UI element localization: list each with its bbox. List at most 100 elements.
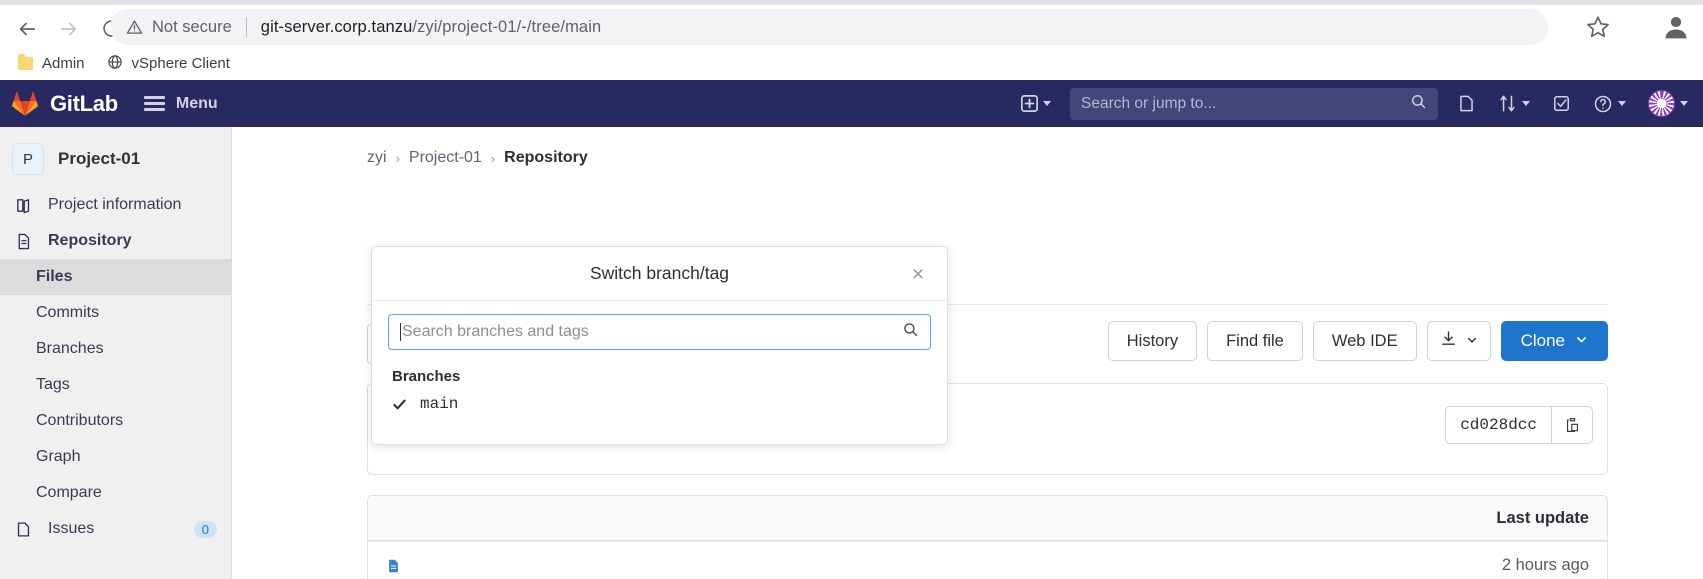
question-circle-icon bbox=[1594, 95, 1612, 112]
sidebar-item-project-information[interactable]: Project information bbox=[0, 187, 231, 223]
gitlab-nav-actions: Search or jump to... bbox=[1010, 80, 1703, 127]
search-placeholder: Search or jump to... bbox=[1081, 94, 1217, 112]
bookmark-admin[interactable]: Admin bbox=[10, 52, 93, 75]
commit-sha[interactable]: cd028dcc bbox=[1445, 406, 1551, 444]
star-icon[interactable] bbox=[1585, 14, 1611, 40]
text-cursor bbox=[400, 323, 401, 341]
chevron-down-icon bbox=[1618, 101, 1626, 106]
branches-section-label: Branches bbox=[392, 368, 461, 385]
sidebar-item-files[interactable]: Files bbox=[0, 259, 231, 295]
file-list-table: Last update 2 hours ago lic.txt bbox=[367, 495, 1608, 579]
url-path: /zyi/project-01/-/tree/main bbox=[412, 17, 602, 36]
user-menu-dropdown[interactable] bbox=[1637, 80, 1699, 127]
browser-window: Not secure git-server.corp.tanzu/zyi/pro… bbox=[0, 0, 1703, 579]
modal-header: Switch branch/tag × bbox=[372, 247, 947, 301]
sidebar-item-label: Graph bbox=[36, 448, 81, 465]
url-host: git-server.corp.tanzu bbox=[260, 17, 413, 36]
issues-icon bbox=[14, 520, 32, 538]
project-avatar: P bbox=[12, 143, 44, 175]
chevron-down-icon bbox=[1575, 331, 1588, 351]
branch-option-label: main bbox=[420, 395, 459, 413]
sidebar-item-label: Commits bbox=[36, 304, 100, 321]
avatar bbox=[1648, 90, 1675, 117]
merge-request-icon bbox=[1500, 95, 1515, 112]
chevron-down-icon bbox=[1522, 101, 1530, 106]
gitlab-tanuki-logo-icon bbox=[12, 91, 38, 116]
back-icon[interactable] bbox=[10, 12, 44, 46]
sidebar-item-tags[interactable]: Tags bbox=[0, 367, 231, 403]
issues-icon[interactable] bbox=[1446, 80, 1487, 127]
sidebar-item-branches[interactable]: Branches bbox=[0, 331, 231, 367]
browser-chrome: Not secure git-server.corp.tanzu/zyi/pro… bbox=[0, 0, 1703, 80]
breadcrumb-separator-icon: › bbox=[395, 150, 400, 166]
chevron-down-icon bbox=[1680, 101, 1688, 106]
url-text: git-server.corp.tanzu/zyi/project-01/-/t… bbox=[261, 18, 601, 37]
issues-count-badge: 0 bbox=[193, 520, 217, 538]
browser-profile-icon[interactable] bbox=[1659, 10, 1693, 44]
clone-label: Clone bbox=[1520, 331, 1565, 350]
breadcrumb-project[interactable]: Project-01 bbox=[409, 149, 482, 167]
download-dropdown-button[interactable] bbox=[1426, 321, 1491, 361]
sidebar-item-label: Project information bbox=[48, 196, 182, 213]
gitlab-brand-label: GitLab bbox=[50, 90, 118, 116]
address-bar[interactable]: Not secure git-server.corp.tanzu/zyi/pro… bbox=[110, 9, 1548, 45]
branch-option-main[interactable]: main bbox=[372, 385, 947, 413]
bookmark-label: vSphere Client bbox=[131, 55, 230, 72]
breadcrumb-section: Repository bbox=[504, 149, 588, 166]
sidebar-project-header[interactable]: P Project-01 bbox=[0, 127, 231, 187]
web-ide-button[interactable]: Web IDE bbox=[1312, 321, 1417, 361]
file-last-update: 2 hours ago bbox=[1501, 556, 1589, 574]
todos-icon[interactable] bbox=[1541, 80, 1582, 127]
file-icon bbox=[386, 557, 401, 575]
modal-title: Switch branch/tag bbox=[589, 263, 730, 283]
close-icon[interactable]: × bbox=[905, 261, 931, 287]
help-dropdown[interactable] bbox=[1582, 80, 1637, 127]
switch-branch-tag-dropdown: Switch branch/tag × Search branches and … bbox=[371, 246, 948, 445]
bookmarks-bar: Admin vSphere Client bbox=[0, 47, 1703, 80]
download-icon bbox=[1440, 330, 1457, 352]
sidebar-item-label: Issues bbox=[48, 520, 95, 537]
sidebar-item-label: Repository bbox=[48, 232, 132, 249]
security-label: Not secure bbox=[152, 17, 232, 36]
find-file-button[interactable]: Find file bbox=[1207, 321, 1303, 361]
sidebar-item-commits[interactable]: Commits bbox=[0, 295, 231, 331]
security-indicator[interactable]: Not secure bbox=[126, 18, 232, 37]
plus-square-icon bbox=[1021, 95, 1038, 112]
modal-search-wrapper: Search branches and tags bbox=[372, 301, 947, 350]
file-table-header: Last update bbox=[368, 496, 1607, 541]
globe-icon bbox=[107, 54, 123, 74]
sidebar-item-contributors[interactable]: Contributors bbox=[0, 403, 231, 439]
copy-clipboard-icon[interactable] bbox=[1551, 406, 1593, 444]
project-sidebar: P Project-01 Project information Reposit… bbox=[0, 127, 232, 579]
breadcrumb-separator-icon: › bbox=[490, 150, 496, 166]
sidebar-item-label: Compare bbox=[36, 484, 102, 501]
search-icon[interactable] bbox=[902, 321, 919, 343]
breadcrumb-group[interactable]: zyi bbox=[367, 149, 387, 167]
forward-icon[interactable] bbox=[52, 12, 86, 46]
search-input[interactable]: Search or jump to... bbox=[1070, 87, 1438, 120]
bookmark-vsphere-client[interactable]: vSphere Client bbox=[99, 51, 238, 77]
sidebar-item-label: Tags bbox=[36, 376, 70, 393]
project-info-icon bbox=[14, 196, 32, 214]
warning-triangle-icon bbox=[126, 19, 143, 34]
sidebar-item-graph[interactable]: Graph bbox=[0, 439, 231, 475]
create-new-dropdown[interactable] bbox=[1010, 80, 1062, 127]
gitlab-home-link[interactable]: GitLab bbox=[0, 91, 118, 117]
folder-icon bbox=[18, 54, 33, 70]
gitlab-menu-button[interactable]: Menu bbox=[143, 95, 218, 113]
branch-search-input[interactable]: Search branches and tags bbox=[388, 314, 931, 350]
search-icon bbox=[1410, 93, 1427, 115]
sidebar-item-repository[interactable]: Repository bbox=[0, 223, 231, 259]
repository-icon bbox=[14, 232, 32, 250]
merge-requests-dropdown[interactable] bbox=[1487, 80, 1541, 127]
sidebar-project-name: Project-01 bbox=[58, 149, 141, 168]
sidebar-item-label: Branches bbox=[36, 340, 104, 357]
column-header-last-update: Last update bbox=[1496, 508, 1589, 527]
file-name-cell[interactable] bbox=[368, 557, 743, 575]
table-row[interactable]: 2 hours ago bbox=[368, 541, 1607, 579]
history-button[interactable]: History bbox=[1107, 321, 1198, 361]
sidebar-item-compare[interactable]: Compare bbox=[0, 475, 231, 511]
gitlab-top-navbar: GitLab Menu Search or jump to... bbox=[0, 80, 1703, 127]
sidebar-item-issues[interactable]: Issues 0 bbox=[0, 511, 231, 547]
clone-dropdown-button[interactable]: Clone bbox=[1500, 321, 1608, 361]
